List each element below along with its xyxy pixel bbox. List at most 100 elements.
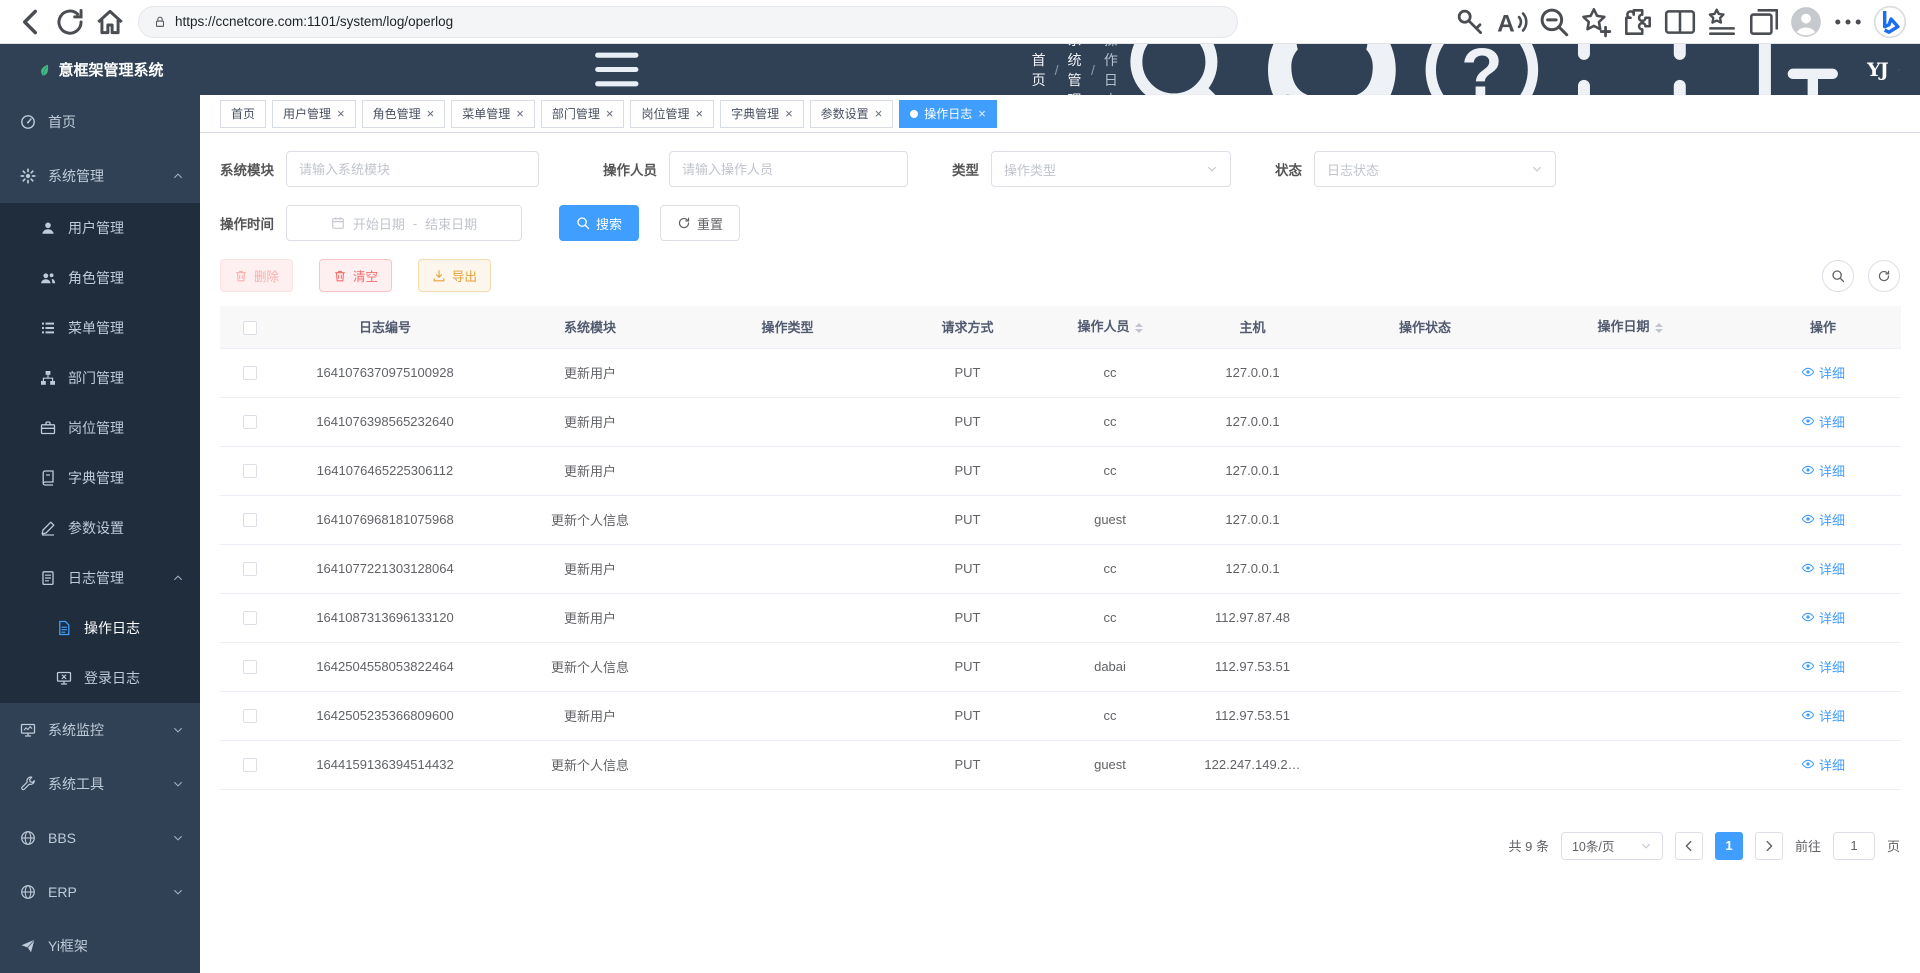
sidebar-item-erp[interactable]: ERP — [0, 865, 200, 919]
tab-oper-log[interactable]: 操作日志× — [899, 100, 997, 128]
search-button[interactable]: 搜索 — [559, 205, 639, 241]
browser-menu-button[interactable] — [1830, 5, 1866, 39]
row-checkbox[interactable] — [243, 758, 257, 772]
home-button[interactable] — [92, 5, 128, 39]
tab-close-icon[interactable]: × — [606, 107, 614, 120]
sidebar-item-system-mgmt[interactable]: 系统管理 — [0, 149, 200, 203]
tab-home[interactable]: 首页 — [220, 100, 266, 128]
app-logo[interactable]: 意框架管理系统 — [0, 44, 200, 95]
tab-dict-mgmt[interactable]: 字典管理× — [720, 100, 804, 128]
address-bar[interactable]: https://ccnetcore.com:1101/system/log/op… — [138, 6, 1238, 38]
module-input[interactable] — [299, 162, 526, 177]
column-header[interactable]: 操作日期 — [1515, 306, 1745, 348]
zoom-button[interactable] — [1536, 5, 1572, 39]
password-button[interactable] — [1452, 5, 1488, 39]
detail-link[interactable]: 详细 — [1801, 559, 1845, 578]
chevron-down-icon — [1206, 163, 1218, 175]
tab-close-icon[interactable]: × — [427, 107, 435, 120]
detail-link[interactable]: 详细 — [1801, 657, 1845, 676]
tab-role-mgmt[interactable]: 角色管理× — [362, 100, 446, 128]
sidebar-item-param-settings[interactable]: 参数设置 — [0, 503, 200, 553]
tab-close-icon[interactable]: × — [337, 107, 345, 120]
column-header[interactable]: 操作人员 — [1050, 306, 1170, 348]
sidebar-item-system-tools[interactable]: 系统工具 — [0, 757, 200, 811]
sidebar-item-oper-log[interactable]: 操作日志 — [0, 603, 200, 653]
detail-link[interactable]: 详细 — [1801, 755, 1845, 774]
sidebar-item-menu-mgmt[interactable]: 菜单管理 — [0, 303, 200, 353]
refresh-table-button[interactable] — [1868, 260, 1900, 292]
back-button[interactable] — [12, 5, 48, 39]
tab-close-icon[interactable]: × — [978, 107, 986, 120]
row-checkbox[interactable] — [243, 611, 257, 625]
sort-caret[interactable] — [1655, 319, 1663, 337]
toggle-search-button[interactable] — [1822, 260, 1854, 292]
cell-oper-type — [690, 544, 885, 593]
detail-link[interactable]: 详细 — [1801, 363, 1845, 382]
tab-menu-mgmt[interactable]: 菜单管理× — [451, 100, 535, 128]
detail-link[interactable]: 详细 — [1801, 461, 1845, 480]
sidebar-item-dept-mgmt[interactable]: 部门管理 — [0, 353, 200, 403]
sidebar: 意框架管理系统 首页系统管理用户管理角色管理菜单管理部门管理岗位管理字典管理参数… — [0, 44, 200, 973]
sidebar-item-user-mgmt[interactable]: 用户管理 — [0, 203, 200, 253]
sidebar-item-yi-framework[interactable]: Yi框架 — [0, 919, 200, 973]
menu-item-label: 菜单管理 — [68, 318, 124, 338]
reset-button[interactable]: 重置 — [660, 205, 740, 241]
sidebar-item-log-mgmt[interactable]: 日志管理 — [0, 553, 200, 603]
copilot-button[interactable] — [1872, 5, 1908, 39]
sidebar-item-post-mgmt[interactable]: 岗位管理 — [0, 403, 200, 453]
avatar-caret-icon[interactable] — [1898, 63, 1900, 77]
row-checkbox[interactable] — [243, 464, 257, 478]
read-aloud-button[interactable]: A — [1494, 5, 1530, 39]
row-checkbox[interactable] — [243, 366, 257, 380]
export-button[interactable]: 导出 — [418, 259, 491, 292]
cell-module: 更新个人信息 — [490, 495, 690, 544]
date-range-picker[interactable]: 开始日期 - 结束日期 — [286, 205, 522, 241]
page-number[interactable]: 1 — [1715, 832, 1743, 860]
sidebar-item-bbs[interactable]: BBS — [0, 811, 200, 865]
profile-button[interactable] — [1788, 5, 1824, 39]
clear-button[interactable]: 清空 — [319, 259, 392, 292]
tab-post-mgmt[interactable]: 岗位管理× — [630, 100, 714, 128]
sidebar-item-system-monitor[interactable]: 系统监控 — [0, 703, 200, 757]
tab-close-icon[interactable]: × — [785, 107, 793, 120]
row-checkbox[interactable] — [243, 513, 257, 527]
delete-button[interactable]: 删除 — [220, 259, 293, 292]
user-avatar[interactable]: YJ — [1867, 59, 1888, 81]
tab-user-mgmt[interactable]: 用户管理× — [272, 100, 356, 128]
row-checkbox[interactable] — [243, 415, 257, 429]
goto-page-input[interactable] — [1833, 832, 1875, 860]
refresh-button[interactable] — [52, 5, 88, 39]
row-checkbox[interactable] — [243, 562, 257, 576]
sort-caret[interactable] — [1135, 319, 1143, 337]
type-select[interactable]: 操作类型 — [991, 151, 1231, 187]
detail-link[interactable]: 详细 — [1801, 412, 1845, 431]
sidebar-item-dict-mgmt[interactable]: 字典管理 — [0, 453, 200, 503]
collections-button[interactable] — [1746, 5, 1782, 39]
status-select[interactable]: 日志状态 — [1314, 151, 1556, 187]
cell-status — [1335, 593, 1515, 642]
detail-link[interactable]: 详细 — [1801, 510, 1845, 529]
sidebar-item-home[interactable]: 首页 — [0, 95, 200, 149]
tab-param-settings[interactable]: 参数设置× — [810, 100, 894, 128]
next-page-button[interactable] — [1755, 832, 1783, 860]
sidebar-item-role-mgmt[interactable]: 角色管理 — [0, 253, 200, 303]
prev-page-button[interactable] — [1675, 832, 1703, 860]
hamburger-icon[interactable] — [220, 44, 1014, 95]
tab-close-icon[interactable]: × — [875, 107, 883, 120]
breadcrumb-home[interactable]: 首页 — [1032, 50, 1046, 90]
favorite-button[interactable] — [1578, 5, 1614, 39]
operator-input[interactable] — [682, 162, 895, 177]
tab-close-icon[interactable]: × — [695, 107, 703, 120]
favorites-bar-button[interactable] — [1704, 5, 1740, 39]
row-checkbox[interactable] — [243, 660, 257, 674]
tab-close-icon[interactable]: × — [516, 107, 524, 120]
detail-link[interactable]: 详细 — [1801, 706, 1845, 725]
row-checkbox[interactable] — [243, 709, 257, 723]
sidebar-item-login-log[interactable]: 登录日志 — [0, 653, 200, 703]
detail-link[interactable]: 详细 — [1801, 608, 1845, 627]
page-size-select[interactable]: 10条/页 — [1561, 832, 1663, 860]
split-screen-button[interactable] — [1662, 5, 1698, 39]
tab-dept-mgmt[interactable]: 部门管理× — [541, 100, 625, 128]
select-all-checkbox[interactable] — [243, 321, 257, 335]
extensions-button[interactable] — [1620, 5, 1656, 39]
